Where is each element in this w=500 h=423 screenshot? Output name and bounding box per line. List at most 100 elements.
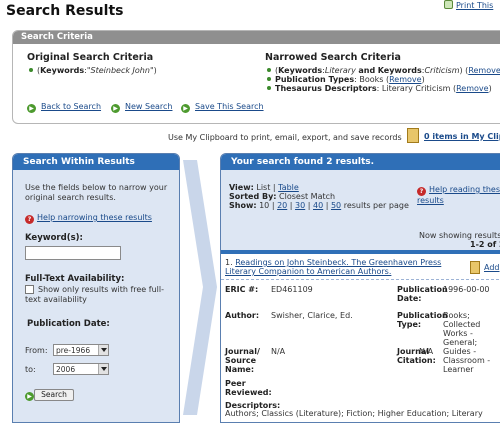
criteria-key: Keywords — [40, 66, 85, 75]
show-label: Show: — [229, 201, 257, 210]
peer-reviewed-label: Peer Reviewed: — [225, 379, 272, 397]
author-label: Author: — [225, 311, 260, 320]
clipboard-icon — [407, 128, 419, 143]
help-icon: ? — [25, 215, 34, 224]
results-header: Your search found 2 results. — [221, 154, 500, 170]
arrow-right-icon: ▶ — [27, 104, 36, 113]
view-row: View: List | Table — [229, 183, 299, 192]
bullet-icon — [267, 77, 271, 81]
now-showing-text: Now showing results — [419, 231, 500, 240]
save-search-link[interactable]: ▶ Save This Search — [181, 102, 264, 113]
eric-label: ERIC #: — [225, 285, 259, 294]
results-view-options: View: List | Table Sorted By: Closest Ma… — [221, 170, 500, 250]
sorted-row: Sorted By: Closest Match — [229, 192, 335, 201]
fulltext-label: Full-Text Availability: — [25, 274, 125, 284]
help-reading-label: Help reading these results — [417, 185, 500, 205]
show-row: Show: 10 | 20 | 30 | 40 | 50 results per… — [229, 201, 409, 210]
help-icon: ? — [417, 187, 426, 196]
criteria-key: Publication Types — [275, 75, 355, 84]
citation-value: N/A — [419, 347, 434, 356]
to-year-select[interactable]: 2006 — [53, 363, 109, 375]
clipboard-add-icon — [470, 261, 480, 274]
result-title-line: 1. Readings on John Steinbeck. The Green… — [225, 258, 451, 276]
journal-label: Journal/ Source Name: — [225, 347, 260, 374]
chevron-down-icon — [98, 364, 108, 374]
pubdate-detail-label: Publication Date: — [397, 285, 448, 303]
search-within-panel: Search Within Results Use the fields bel… — [12, 153, 180, 423]
bullet-icon — [29, 68, 33, 72]
criteria-value: Literary — [324, 66, 356, 75]
narrowed-criteria-item: Publication Types: Books (Remove) — [267, 75, 425, 84]
now-showing-range: 1-2 of 2. — [470, 240, 500, 249]
new-search-link[interactable]: ▶ New Search — [111, 102, 172, 113]
print-this-link[interactable]: Print This — [444, 0, 493, 10]
back-to-search-link[interactable]: ▶ Back to Search — [27, 102, 101, 113]
original-criteria-heading: Original Search Criteria — [27, 52, 154, 63]
pubtype-value: Books; Collected Works - General; Guides… — [443, 311, 491, 374]
show-10: 10 — [259, 201, 270, 210]
result-title-link[interactable]: Readings on John Steinbeck. The Greenhav… — [225, 258, 441, 276]
new-search-label: New Search — [125, 102, 173, 111]
sorted-label: Sorted By: — [229, 192, 277, 201]
criteria-value: Books — [359, 75, 384, 84]
pubdate-detail-value: 1996-00-00 — [443, 285, 490, 294]
search-within-intro: Use the fields below to narrow your orig… — [25, 183, 168, 202]
sorted-value: Closest Match — [279, 192, 336, 201]
clipboard-text: Use My Clipboard to print, email, export… — [168, 133, 402, 142]
search-criteria-box: Search Criteria Original Search Criteria… — [12, 30, 500, 124]
remove-link[interactable]: Remove — [468, 66, 500, 75]
show-20-link[interactable]: 20 — [277, 201, 287, 210]
author-value: Swisher, Clarice, Ed. — [271, 311, 353, 320]
keywords-label: Keyword(s): — [25, 233, 83, 243]
criteria-key: Keywords — [377, 66, 422, 75]
result-number: 1. — [225, 258, 233, 267]
search-criteria-header: Search Criteria — [13, 31, 500, 44]
eric-value: ED461109 — [271, 285, 313, 294]
criteria-key: Thesaurus Descriptors — [275, 84, 377, 93]
clipboard-items-link[interactable]: 0 items in My Clipb — [424, 132, 500, 141]
arrow-right-icon: ▶ — [181, 104, 190, 113]
criteria-key: Keywords — [278, 66, 323, 75]
from-year-value: pre-1966 — [56, 346, 91, 355]
divider-arrow-icon — [183, 160, 217, 415]
print-this-label: Print This — [456, 1, 494, 10]
pubtype-label: Publication Type: — [397, 311, 448, 329]
criteria-value: Criticism — [424, 66, 460, 75]
view-table-link[interactable]: Table — [278, 183, 299, 192]
fulltext-option-label: Show only results with free full-text av… — [25, 285, 164, 304]
original-criteria-item: (Keywords:"Steinbeck John") — [29, 66, 157, 75]
to-year-value: 2006 — [56, 365, 76, 374]
keywords-input[interactable] — [25, 246, 121, 260]
search-button[interactable]: Search — [34, 389, 74, 401]
arrow-right-icon: ▶ — [25, 392, 34, 401]
show-30-link[interactable]: 30 — [295, 201, 305, 210]
show-50-link[interactable]: 50 — [331, 201, 341, 210]
journal-value: N/A — [271, 347, 286, 356]
help-reading-link[interactable]: ? Help reading these results — [417, 185, 500, 205]
arrow-right-icon: ▶ — [111, 104, 120, 113]
results-panel: Your search found 2 results. View: List … — [220, 153, 500, 423]
help-narrowing-link[interactable]: ? Help narrowing these results — [25, 213, 152, 224]
bullet-icon — [267, 68, 271, 72]
search-within-body: Use the fields below to narrow your orig… — [13, 170, 179, 422]
from-label: From: — [25, 346, 48, 355]
remove-link[interactable]: Remove — [456, 84, 488, 93]
chevron-down-icon — [98, 345, 108, 355]
criteria-value: Literary Criticism — [381, 84, 451, 93]
criteria-value: "Steinbeck John" — [86, 66, 154, 75]
bullet-icon — [267, 86, 271, 90]
narrowed-criteria-item: Thesaurus Descriptors: Literary Criticis… — [267, 84, 492, 93]
save-search-label: Save This Search — [195, 102, 264, 111]
show-40-link[interactable]: 40 — [313, 201, 323, 210]
view-list: List — [256, 183, 271, 192]
add-to-clipboard-link[interactable]: Add — [484, 263, 500, 272]
descriptors-value: Authors; Classics (Literature); Fiction;… — [225, 409, 483, 418]
from-year-select[interactable]: pre-1966 — [53, 344, 109, 356]
pubdate-label: Publication Date: — [27, 319, 110, 329]
printer-icon — [444, 0, 453, 9]
remove-link[interactable]: Remove — [389, 75, 421, 84]
narrowed-criteria-heading: Narrowed Search Criteria — [265, 52, 401, 63]
back-to-search-label: Back to Search — [41, 102, 102, 111]
search-within-header: Search Within Results — [13, 154, 179, 170]
narrowed-criteria-item: (Keywords:Literary and Keywords:Criticis… — [267, 66, 500, 75]
